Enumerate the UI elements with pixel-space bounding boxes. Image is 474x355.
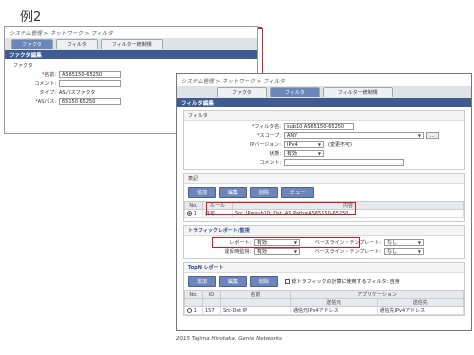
chevron-down-icon: ▼ bbox=[317, 141, 321, 147]
chevron-down-icon: ▼ bbox=[317, 150, 321, 156]
column-header: 名前 bbox=[220, 290, 291, 299]
field-label-scope: *スコープ: bbox=[257, 133, 281, 139]
tab-bar: ファクタ フィルタ フィルター統制規 bbox=[5, 38, 257, 50]
scope-browse-button[interactable]: ... bbox=[426, 132, 439, 139]
chevron-down-icon: ▼ bbox=[417, 239, 421, 245]
aspath-input[interactable]: 65150 65250 bbox=[59, 98, 121, 105]
baseline-select[interactable]: なし ▼ bbox=[384, 239, 424, 246]
violation-select[interactable]: 有効 ▼ bbox=[254, 248, 300, 255]
edit-button[interactable]: 編集 bbox=[219, 276, 248, 287]
panel-title: フィルタ編集 bbox=[177, 98, 471, 107]
chevron-down-icon: ▼ bbox=[417, 248, 421, 254]
checkbox-icon[interactable] bbox=[285, 279, 291, 284]
topn-section: TopN レポート 追加 編集 削除 総トラフィックの計算に使用するフィルタ: … bbox=[183, 262, 465, 316]
tab-filter-rules[interactable]: フィルター統制規 bbox=[100, 39, 163, 49]
baseline-select[interactable]: なし ▼ bbox=[384, 248, 424, 255]
name-input[interactable]: AS65150-65250 bbox=[59, 71, 121, 78]
column-header: アプリケーション bbox=[290, 290, 464, 299]
edit-button[interactable]: 編集 bbox=[219, 187, 248, 198]
delete-button[interactable]: 削除 bbox=[250, 187, 279, 198]
group-legend: ファクタ bbox=[13, 63, 33, 69]
tab-filter[interactable]: フィルタ bbox=[269, 87, 320, 97]
field-label-name: *名前: bbox=[41, 72, 56, 78]
traffic-report-section: トラフィックレポート/監視 レポート: 有効 ▼ ベースライン・テンプレート: な… bbox=[183, 225, 465, 259]
type-value: ASパスファクタ bbox=[59, 90, 96, 96]
breadcrumb: システム管理 > ネットワーク > フィルタ bbox=[9, 31, 113, 37]
rule-cell: 許可 bbox=[202, 209, 233, 218]
field-label-report: レポート: bbox=[229, 240, 251, 246]
field-label-ip-version: IPバージョン: bbox=[249, 142, 281, 148]
radio-icon[interactable] bbox=[187, 307, 192, 313]
tab-factor[interactable]: ファクタ bbox=[217, 87, 267, 97]
field-label-type: タイプ: bbox=[39, 90, 56, 96]
slide-title: 例2 bbox=[20, 10, 42, 25]
report-select[interactable]: 有効 ▼ bbox=[254, 239, 300, 246]
tab-filter-rules[interactable]: フィルター統制規 bbox=[322, 87, 393, 97]
column-header: No. bbox=[184, 201, 203, 210]
red-divider-vertical bbox=[262, 28, 263, 73]
ip-version-note: (変更不可) bbox=[328, 142, 352, 148]
row-select[interactable]: 1 bbox=[184, 306, 203, 315]
radio-selected-icon[interactable] bbox=[187, 210, 192, 216]
filter-name-input[interactable]: sub10 AS65150-65250 bbox=[284, 123, 354, 130]
view-button[interactable]: ビュー bbox=[281, 187, 315, 198]
topn-table: No. ID 名前 アプリケーション 送信元 送信先 1 157 Src-Dst… bbox=[184, 290, 464, 315]
field-label-status: 状態: bbox=[269, 151, 281, 157]
breadcrumb: システム管理 > ネットワーク > フィルタ bbox=[181, 79, 285, 85]
row-select[interactable]: 1 bbox=[184, 209, 203, 218]
section-title: TopN レポート bbox=[184, 263, 464, 273]
ip-version-select[interactable]: IPv4 ▼ bbox=[284, 141, 324, 148]
section-title: トラフィックレポート/監視 bbox=[184, 226, 464, 236]
sub-column-header: 送信先 bbox=[376, 298, 464, 307]
comment-input[interactable] bbox=[284, 159, 404, 166]
column-header: No. bbox=[184, 290, 203, 299]
id-cell: 157 bbox=[202, 306, 221, 315]
field-label-comment: コメント: bbox=[259, 160, 281, 166]
tab-filter[interactable]: フィルタ bbox=[55, 39, 98, 49]
column-header: ID bbox=[202, 290, 221, 299]
field-label-baseline: ベースライン・テンプレート: bbox=[314, 240, 381, 246]
scope-select[interactable]: ANY ▼ bbox=[284, 132, 424, 139]
name-cell: Src-Dst IP bbox=[220, 306, 291, 315]
chevron-down-icon: ▼ bbox=[293, 239, 297, 245]
sub-column-header bbox=[202, 298, 221, 307]
filter-edit-window: システム管理 > ネットワーク > フィルタ ファクタ フィルタ フィルター統制… bbox=[176, 73, 472, 331]
sub-column-header bbox=[184, 298, 203, 307]
copyright: 2015 Tajima Hirotaka, Genie Networks bbox=[176, 336, 282, 342]
expression-section: 表記 追加 編集 削除 ビュー No. ルール 内容 1 許可 Src. IP=… bbox=[183, 173, 465, 222]
tab-factor[interactable]: ファクタ bbox=[11, 39, 53, 49]
section-title: 表記 bbox=[184, 174, 464, 184]
chevron-down-icon: ▼ bbox=[293, 248, 297, 254]
field-label-filter-name: *フィルタ名: bbox=[251, 124, 281, 130]
dst-cell: 通信先IPv4アドレス bbox=[376, 306, 464, 315]
expression-table: No. ルール 内容 1 許可 Src. IP=sub10; Dst. AS P… bbox=[184, 201, 464, 218]
chevron-down-icon: ▼ bbox=[417, 132, 421, 138]
column-header: ルール bbox=[202, 201, 233, 210]
filter-section: フィルタ *フィルタ名: sub10 AS65150-65250 *スコープ: … bbox=[183, 110, 465, 170]
content-cell: Src. IP=sub10; Dst. AS Path=AS65150-6525… bbox=[232, 209, 464, 218]
field-label-baseline: ベースライン・テンプレート: bbox=[314, 249, 381, 255]
calc-filter-checkbox[interactable]: 総トラフィックの計算に使用するフィルタ: 自身 bbox=[285, 278, 400, 285]
table-row[interactable]: 1 157 Src-Dst IP 通信元IPv4アドレス 通信先IPv4アドレス bbox=[184, 306, 464, 315]
tab-bar: ファクタ フィルタ フィルター統制規 bbox=[177, 86, 471, 98]
comment-input[interactable] bbox=[59, 80, 121, 87]
section-title: フィルタ bbox=[184, 111, 464, 121]
add-button[interactable]: 追加 bbox=[188, 187, 217, 198]
field-label-aspath: *ASパス: bbox=[35, 99, 56, 105]
table-row[interactable]: 1 許可 Src. IP=sub10; Dst. AS Path=AS65150… bbox=[184, 209, 464, 218]
sub-column-header: 送信元 bbox=[290, 298, 378, 307]
panel-title: ファクタ編集 bbox=[5, 50, 257, 59]
field-label-violation: 違反時監視: bbox=[224, 249, 251, 255]
delete-button[interactable]: 削除 bbox=[250, 276, 279, 287]
src-cell: 通信元IPv4アドレス bbox=[290, 306, 378, 315]
status-select[interactable]: 有効 ▼ bbox=[284, 150, 324, 157]
sub-column-header bbox=[220, 298, 291, 307]
column-header: 内容 bbox=[232, 201, 464, 210]
add-button[interactable]: 追加 bbox=[188, 276, 217, 287]
field-label-comment: コメント: bbox=[34, 81, 56, 87]
